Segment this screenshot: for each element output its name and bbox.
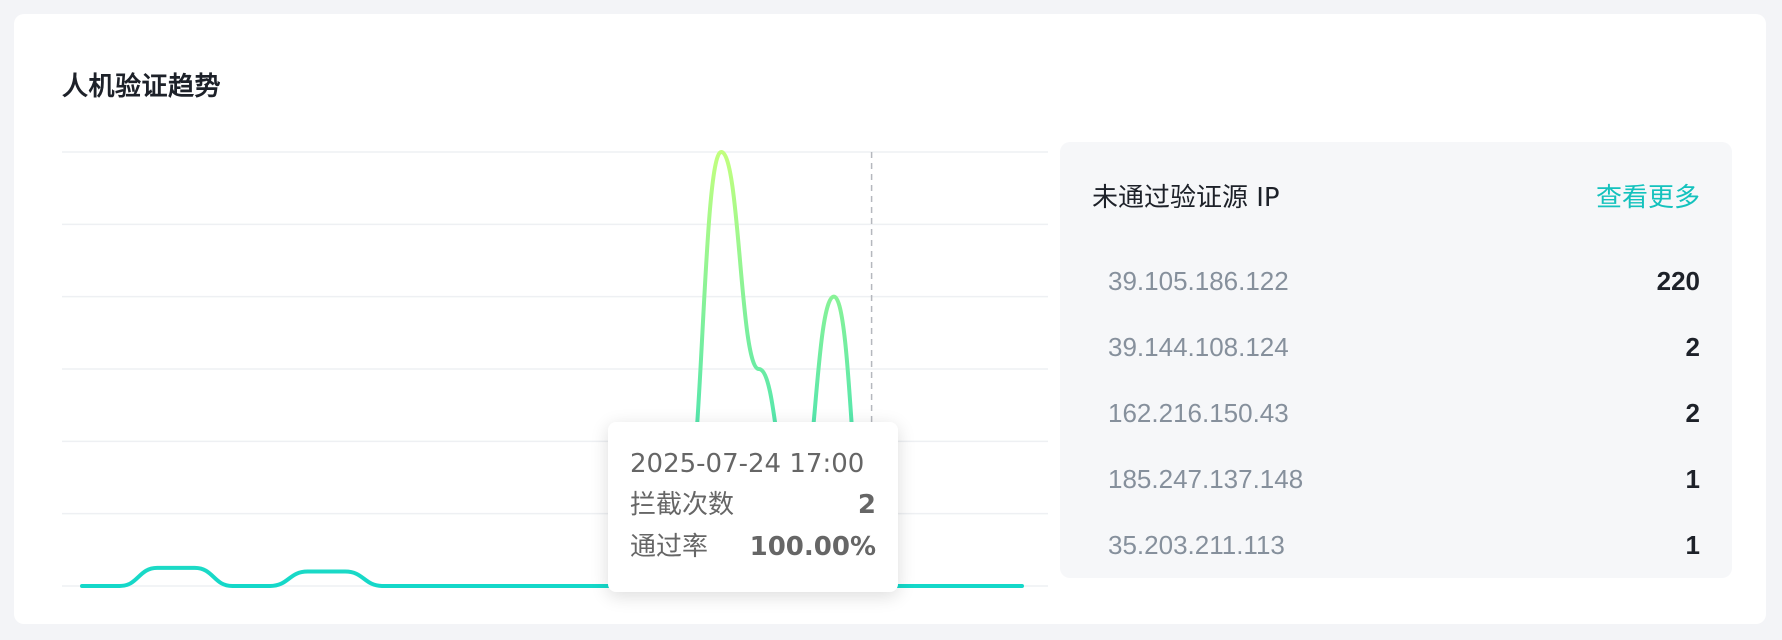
data-point[interactable] [756,366,762,372]
data-point[interactable] [305,569,311,575]
data-point[interactable] [568,583,574,589]
tooltip-label: 拦截次数 [630,490,735,520]
tooltip-time: 2025-07-24 17:00 [630,449,865,479]
data-point[interactable] [1019,583,1025,589]
ip-address: 39.105.186.122 [1108,265,1289,296]
data-point[interactable] [267,583,273,589]
data-point[interactable] [831,294,837,300]
ip-count: 2 [1685,331,1700,362]
ip-count: 2 [1685,397,1700,428]
card-title: 人机验证趋势 [62,72,222,102]
data-point[interactable] [906,583,912,589]
tooltip-row-passrate: 通过率 100.00% [630,526,876,568]
ip-list-item[interactable]: 39.144.108.124 2 [1092,314,1700,380]
data-point[interactable] [154,565,160,571]
tooltip-value: 100.00% [749,532,876,562]
data-point[interactable] [944,583,950,589]
failed-ip-panel: 未通过验证源 IP 查看更多 39.105.186.122 220 39.144… [1060,142,1732,578]
data-point[interactable] [981,583,987,589]
ip-list-item[interactable]: 185.247.137.148 1 [1092,446,1700,512]
data-point[interactable] [493,583,499,589]
data-point[interactable] [718,149,724,155]
data-point[interactable] [417,583,423,589]
data-point[interactable] [380,583,386,589]
data-point[interactable] [530,583,536,589]
ip-count: 220 [1656,265,1700,296]
ip-list-item[interactable]: 162.216.150.43 2 [1092,380,1700,446]
ip-address: 35.203.211.113 [1108,529,1285,560]
tooltip-row-blocks: 拦截次数 2 [630,484,876,526]
data-point[interactable] [79,583,85,589]
trend-card: 人机验证趋势 2025-07-24 17:00 拦截次数 2 通过率 100.0… [14,14,1766,624]
ip-address: 162.216.150.43 [1108,397,1289,428]
tooltip-label: 通过率 [630,532,709,562]
ip-address: 185.247.137.148 [1108,463,1304,494]
tooltip-value: 2 [857,490,876,520]
ip-count: 1 [1685,529,1700,560]
ip-address: 39.144.108.124 [1108,331,1289,362]
ip-list-item[interactable]: 39.105.186.122 220 [1092,248,1700,314]
data-point[interactable] [342,569,348,575]
ip-count: 1 [1685,463,1700,494]
data-point[interactable] [455,583,461,589]
data-point[interactable] [229,583,235,589]
failed-ip-title: 未通过验证源 IP [1092,182,1280,213]
chart-tooltip: 2025-07-24 17:00 拦截次数 2 通过率 100.00% [608,422,898,592]
ip-list-item[interactable]: 35.203.211.113 1 [1092,512,1700,578]
data-point[interactable] [192,565,198,571]
trend-chart-svg[interactable] [62,144,1048,594]
data-point[interactable] [117,583,123,589]
view-more-link[interactable]: 查看更多 [1596,177,1700,214]
failed-ip-header: 未通过验证源 IP 查看更多 [1092,142,1700,248]
trend-chart[interactable]: 2025-07-24 17:00 拦截次数 2 通过率 100.00% [62,144,1048,594]
